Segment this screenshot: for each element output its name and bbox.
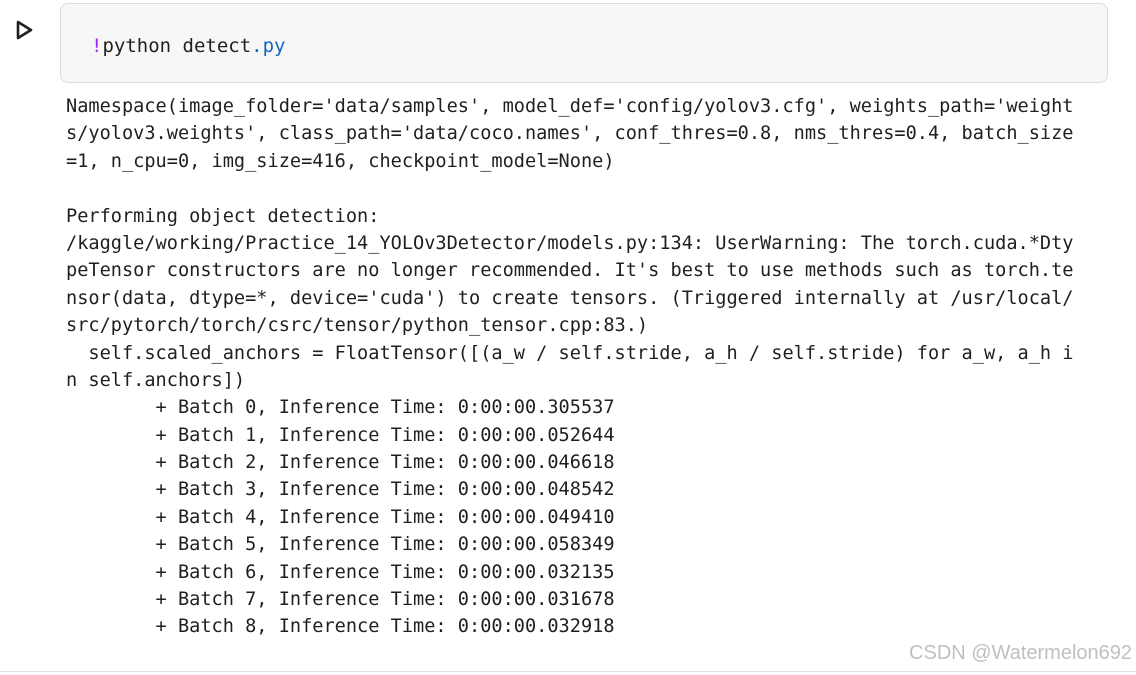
output-line: self.scaled_anchors = FloatTensor([(a_w … [66,342,1074,364]
play-icon [16,20,33,40]
output-line: =1, n_cpu=0, img_size=416, checkpoint_mo… [66,150,615,172]
output-line: + Batch 8, Inference Time: 0:00:00.03291… [66,616,615,638]
output-line: src/pytorch/torch/csrc/tensor/python_ten… [66,315,649,337]
output-line: + Batch 0, Inference Time: 0:00:00.30553… [66,397,615,419]
divider [0,671,1136,672]
output-line: Namespace(image_folder='data/samples', m… [66,96,1074,117]
output-line: s/yolov3.weights', class_path='data/coco… [66,123,1074,145]
output-line: + Batch 2, Inference Time: 0:00:00.04661… [66,452,615,474]
output-line: n self.anchors]) [66,369,246,391]
file-extension: .py [251,35,286,57]
output-line: peTensor constructors are no longer reco… [66,260,1074,282]
watermark-text: CSDN @Watermelon692 [909,642,1132,664]
output-line: + Batch 1, Inference Time: 0:00:00.05264… [66,424,615,446]
output-line: + Batch 6, Inference Time: 0:00:00.03213… [66,561,615,583]
output-line: + Batch 7, Inference Time: 0:00:00.03167… [66,589,615,611]
output-line: + Batch 4, Inference Time: 0:00:00.04941… [66,506,615,528]
shell-bang: ! [91,35,103,57]
code-line: !python detect.py [91,34,286,58]
output-line: /kaggle/working/Practice_14_YOLOv3Detect… [66,232,1074,254]
output-line: nsor(data, dtype=*, device='cuda') to cr… [66,287,1074,309]
output-line: + Batch 3, Inference Time: 0:00:00.04854… [66,479,615,501]
output-line: + Batch 5, Inference Time: 0:00:00.05834… [66,534,615,556]
output-line: Performing object detection: [66,205,380,227]
cell-output: Namespace(image_folder='data/samples', m… [66,93,1111,641]
run-cell-button[interactable] [10,16,38,44]
shell-command: python detect [102,35,252,57]
code-cell-editor[interactable]: !python detect.py [60,3,1108,83]
